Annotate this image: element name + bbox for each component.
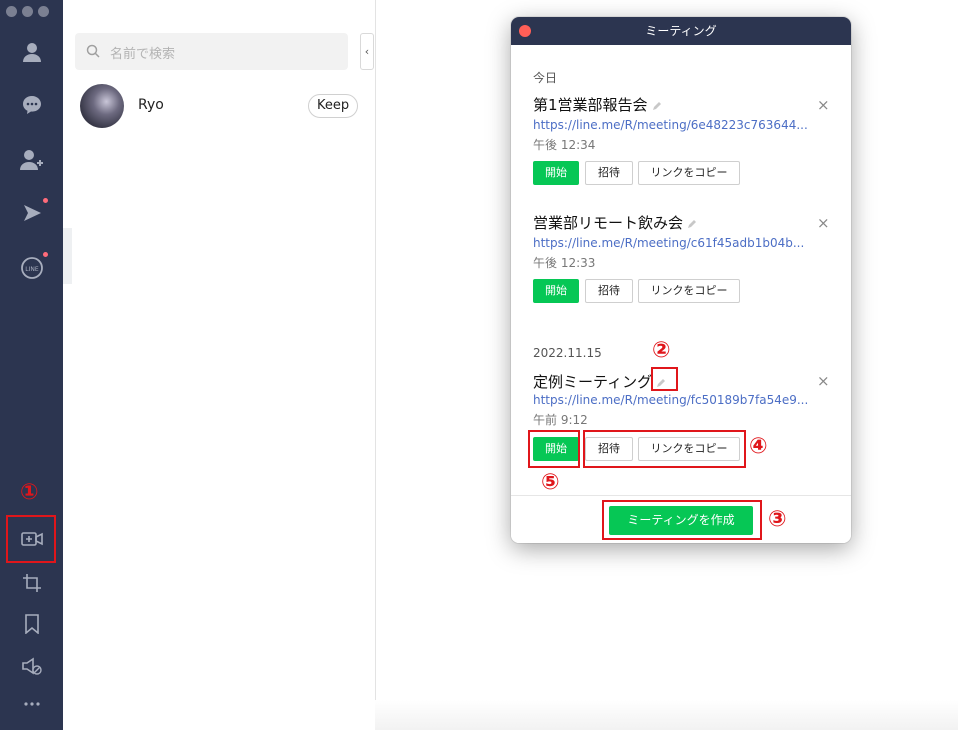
line-icon[interactable]: LINE bbox=[16, 252, 48, 284]
zoom-window-button[interactable] bbox=[38, 6, 49, 17]
meeting-window-title: ミーティング bbox=[511, 17, 851, 45]
edit-pencil-icon[interactable] bbox=[651, 100, 663, 112]
meeting-time: 午後 12:34 bbox=[533, 138, 596, 152]
search-placeholder: 名前で検索 bbox=[110, 47, 176, 62]
invite-button[interactable]: 招待 bbox=[585, 161, 633, 185]
close-window-button[interactable] bbox=[6, 6, 17, 17]
mute-notification-icon[interactable] bbox=[16, 650, 48, 682]
annotation-number-2: ② bbox=[652, 338, 671, 363]
scroll-indicator bbox=[63, 228, 72, 284]
meeting-title: 第1営業部報告会 bbox=[533, 94, 663, 115]
add-friend-icon[interactable] bbox=[16, 144, 48, 176]
meeting-title-text: 定例ミーティング bbox=[533, 373, 653, 391]
left-rail: LINE bbox=[0, 0, 63, 730]
voom-notification-dot bbox=[43, 198, 48, 203]
delete-meeting-icon[interactable]: × bbox=[817, 214, 830, 232]
start-button[interactable]: 開始 bbox=[533, 279, 579, 303]
meeting-title-text: 営業部リモート飲み会 bbox=[533, 214, 684, 232]
avatar bbox=[80, 84, 124, 128]
edit-pencil-icon[interactable] bbox=[686, 218, 698, 230]
annotation-number-1: ① bbox=[20, 480, 39, 505]
line-notification-dot bbox=[43, 252, 48, 257]
copy-link-button[interactable]: リンクをコピー bbox=[638, 161, 740, 185]
meeting-time: 午前 9:12 bbox=[533, 413, 588, 427]
invite-button[interactable]: 招待 bbox=[585, 279, 633, 303]
annotation-box-3 bbox=[602, 500, 762, 540]
chats-icon[interactable] bbox=[16, 89, 48, 121]
window-controls bbox=[6, 6, 49, 17]
delete-meeting-icon[interactable]: × bbox=[817, 96, 830, 114]
meeting-title: 営業部リモート飲み会 bbox=[533, 212, 698, 233]
annotation-box-1 bbox=[6, 515, 56, 563]
keep-button[interactable]: Keep bbox=[308, 94, 359, 118]
friends-icon[interactable] bbox=[16, 36, 48, 68]
search-icon bbox=[86, 44, 100, 58]
meeting-link[interactable]: https://line.me/R/meeting/fc50189b7fa54e… bbox=[533, 393, 811, 407]
friend-list-panel: 名前で検索 ‹ Ryo Keep bbox=[63, 0, 376, 730]
annotation-box-2 bbox=[651, 367, 678, 391]
delete-meeting-icon[interactable]: × bbox=[817, 372, 830, 390]
meeting-link[interactable]: https://line.me/R/meeting/c61f45adb1b04b… bbox=[533, 236, 811, 250]
meeting-title-text: 第1営業部報告会 bbox=[533, 96, 648, 114]
collapse-panel-button[interactable]: ‹ bbox=[360, 33, 374, 70]
friend-row[interactable]: Ryo Keep bbox=[80, 84, 360, 129]
annotation-number-4: ④ bbox=[749, 434, 768, 459]
meeting-time: 午後 12:33 bbox=[533, 256, 596, 270]
screenshot-icon[interactable] bbox=[16, 567, 48, 599]
friend-name: Ryo bbox=[138, 97, 164, 113]
date-label: 今日 bbox=[533, 71, 558, 85]
annotation-box-5 bbox=[528, 430, 580, 468]
annotation-box-4 bbox=[583, 430, 746, 468]
annotation-number-3: ③ bbox=[768, 507, 787, 532]
minimize-window-button[interactable] bbox=[22, 6, 33, 17]
svg-text:LINE: LINE bbox=[25, 266, 39, 273]
meeting-link[interactable]: https://line.me/R/meeting/6e48223c763644… bbox=[533, 118, 811, 132]
annotation-number-5: ⑤ bbox=[541, 470, 560, 495]
bookmark-icon[interactable] bbox=[16, 608, 48, 640]
meeting-title: 定例ミーティング bbox=[533, 371, 667, 392]
copy-link-button[interactable]: リンクをコピー bbox=[638, 279, 740, 303]
date-label: 2022.11.15 bbox=[533, 346, 602, 360]
search-input[interactable]: 名前で検索 bbox=[75, 33, 348, 70]
meeting-window-close-button[interactable] bbox=[519, 25, 531, 37]
start-button[interactable]: 開始 bbox=[533, 161, 579, 185]
more-icon[interactable] bbox=[16, 688, 48, 720]
background-gradient bbox=[375, 700, 958, 730]
